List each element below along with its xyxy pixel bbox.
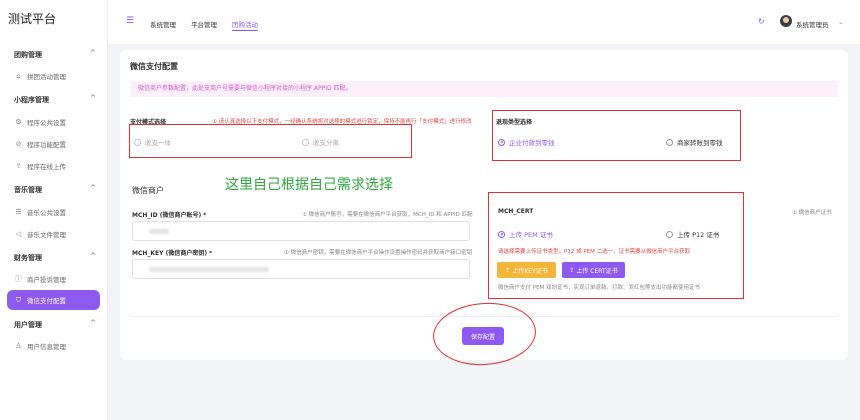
sidebar-item-label: 用户信息管理 xyxy=(27,343,66,351)
refresh-icon[interactable]: ↻ xyxy=(758,17,765,26)
annotation-box-pay-mode xyxy=(129,124,412,158)
chevron-up-icon[interactable]: ^ xyxy=(90,252,96,260)
annotation-text: 这里自己根据自己需求选择 xyxy=(225,177,393,193)
tab-system[interactable]: 系统管理 xyxy=(150,19,176,29)
ban-icon: ⊘ xyxy=(15,140,22,148)
sidebar-item-label: 音乐文件管理 xyxy=(27,231,66,239)
sidebar-group-music[interactable]: 音乐管理 xyxy=(14,185,42,195)
mch-id-input[interactable] xyxy=(132,221,470,241)
main-card: 微信支付配置 微信商户参数配置，此处支商户号需要与微信小程序对接的小程序 APP… xyxy=(120,50,848,369)
sidebar-item-music-settings[interactable]: ☰ 音乐公共设置 xyxy=(14,205,66,219)
menu-toggle-icon[interactable]: ☰ xyxy=(126,16,134,26)
sidebar-item-groupbuy-activity[interactable]: ⌂ 拼团活动管理 xyxy=(14,69,66,83)
sidebar-item-label: 拼团活动管理 xyxy=(27,73,66,81)
info-icon: ⓘ xyxy=(15,275,22,283)
sidebar-item-label: 微信支付配置 xyxy=(27,297,66,305)
cert-corner-hint: ① 微信商户证书 xyxy=(792,210,832,216)
sidebar-item-program-features[interactable]: ⊘ 程序功能配置 xyxy=(14,137,66,151)
tab-groupbuy[interactable]: 团购活动 xyxy=(232,19,258,31)
brand-title: 测试平台 xyxy=(8,12,57,26)
sidebar-item-music-files[interactable]: ◁ 音乐文件管理 xyxy=(14,227,66,241)
mch-key-input[interactable] xyxy=(132,259,470,279)
audio-icon: ◁ xyxy=(15,230,22,238)
user-name[interactable]: 系统管理员 xyxy=(796,19,829,29)
sidebar-group-finance[interactable]: 财务管理 xyxy=(14,253,42,263)
sidebar-item-wechat-pay[interactable]: ⛉ 微信支付配置 xyxy=(7,290,100,310)
sidebar-item-label: 程序公共设置 xyxy=(27,119,66,127)
sidebar-item-label: 音乐公共设置 xyxy=(27,209,66,217)
mch-id-label: MCH_ID (微信商户账号) * xyxy=(132,212,207,219)
annotation-box-cert xyxy=(488,192,744,299)
masked-value xyxy=(149,267,269,272)
upload-icon: ⇪ xyxy=(15,162,22,170)
notice-banner: 微信商户参数配置，此处支商户号需要与微信小程序对接的小程序 APPID 匹配。 xyxy=(130,81,838,97)
mch-id-hint: ① 微信商户账号，需要在微信商户平台获取，MCH_ID 和 APPID 匹配 xyxy=(302,212,473,218)
sidebar-group-miniprogram[interactable]: 小程序管理 xyxy=(14,95,49,105)
annotation-box-refund xyxy=(492,110,741,161)
sidebar-group-groupbuy[interactable]: 团购管理 xyxy=(14,50,42,60)
chevron-up-icon[interactable]: ^ xyxy=(90,49,96,57)
chevron-up-icon[interactable]: ^ xyxy=(90,94,96,102)
top-bar: ☰ 系统管理 平台管理 团购活动 ↻ 系统管理员 ⌄ xyxy=(108,0,860,44)
user-icon: ♙ xyxy=(15,342,22,350)
mch-key-label: MCH_KEY (微信商户密钥) * xyxy=(132,250,213,257)
sidebar-item-program-upload[interactable]: ⇪ 程序在线上传 xyxy=(14,159,66,173)
sidebar-item-program-settings[interactable]: ⚙ 程序公共设置 xyxy=(14,115,66,129)
home-icon: ⌂ xyxy=(16,72,21,80)
chevron-down-icon[interactable]: ⌄ xyxy=(838,18,843,26)
sidebar-item-label: 程序功能配置 xyxy=(27,141,66,149)
sidebar: 测试平台 团购管理 ^ ⌂ 拼团活动管理 小程序管理 ^ ⚙ 程序公共设置 ⊘ … xyxy=(0,0,108,420)
avatar[interactable] xyxy=(780,15,792,27)
chevron-up-icon[interactable]: ^ xyxy=(90,184,96,192)
chevron-up-icon[interactable]: ^ xyxy=(90,319,96,327)
tab-platform[interactable]: 平台管理 xyxy=(191,19,217,29)
mch-key-hint: ① 微信商户密钥，需要在微信商户平台操作设置操作密码并获取商户接口密钥 xyxy=(284,250,473,256)
merchant-section-title: 微信商户 xyxy=(132,186,164,195)
shield-icon: ⛉ xyxy=(15,295,22,304)
page-title: 微信支付配置 xyxy=(130,62,178,71)
gear-icon: ⚙ xyxy=(15,118,22,126)
masked-value xyxy=(149,229,169,234)
sidebar-item-user-info[interactable]: ♙ 用户信息管理 xyxy=(14,339,66,353)
sidebar-item-label: 程序在线上传 xyxy=(27,163,66,171)
sidebar-group-users[interactable]: 用户管理 xyxy=(14,320,42,330)
sidebar-item-complaints[interactable]: ⓘ 商户投诉管理 xyxy=(14,272,66,286)
sliders-icon: ☰ xyxy=(15,208,22,216)
sidebar-item-label: 商户投诉管理 xyxy=(27,276,66,284)
annotation-circle-save xyxy=(430,299,539,369)
